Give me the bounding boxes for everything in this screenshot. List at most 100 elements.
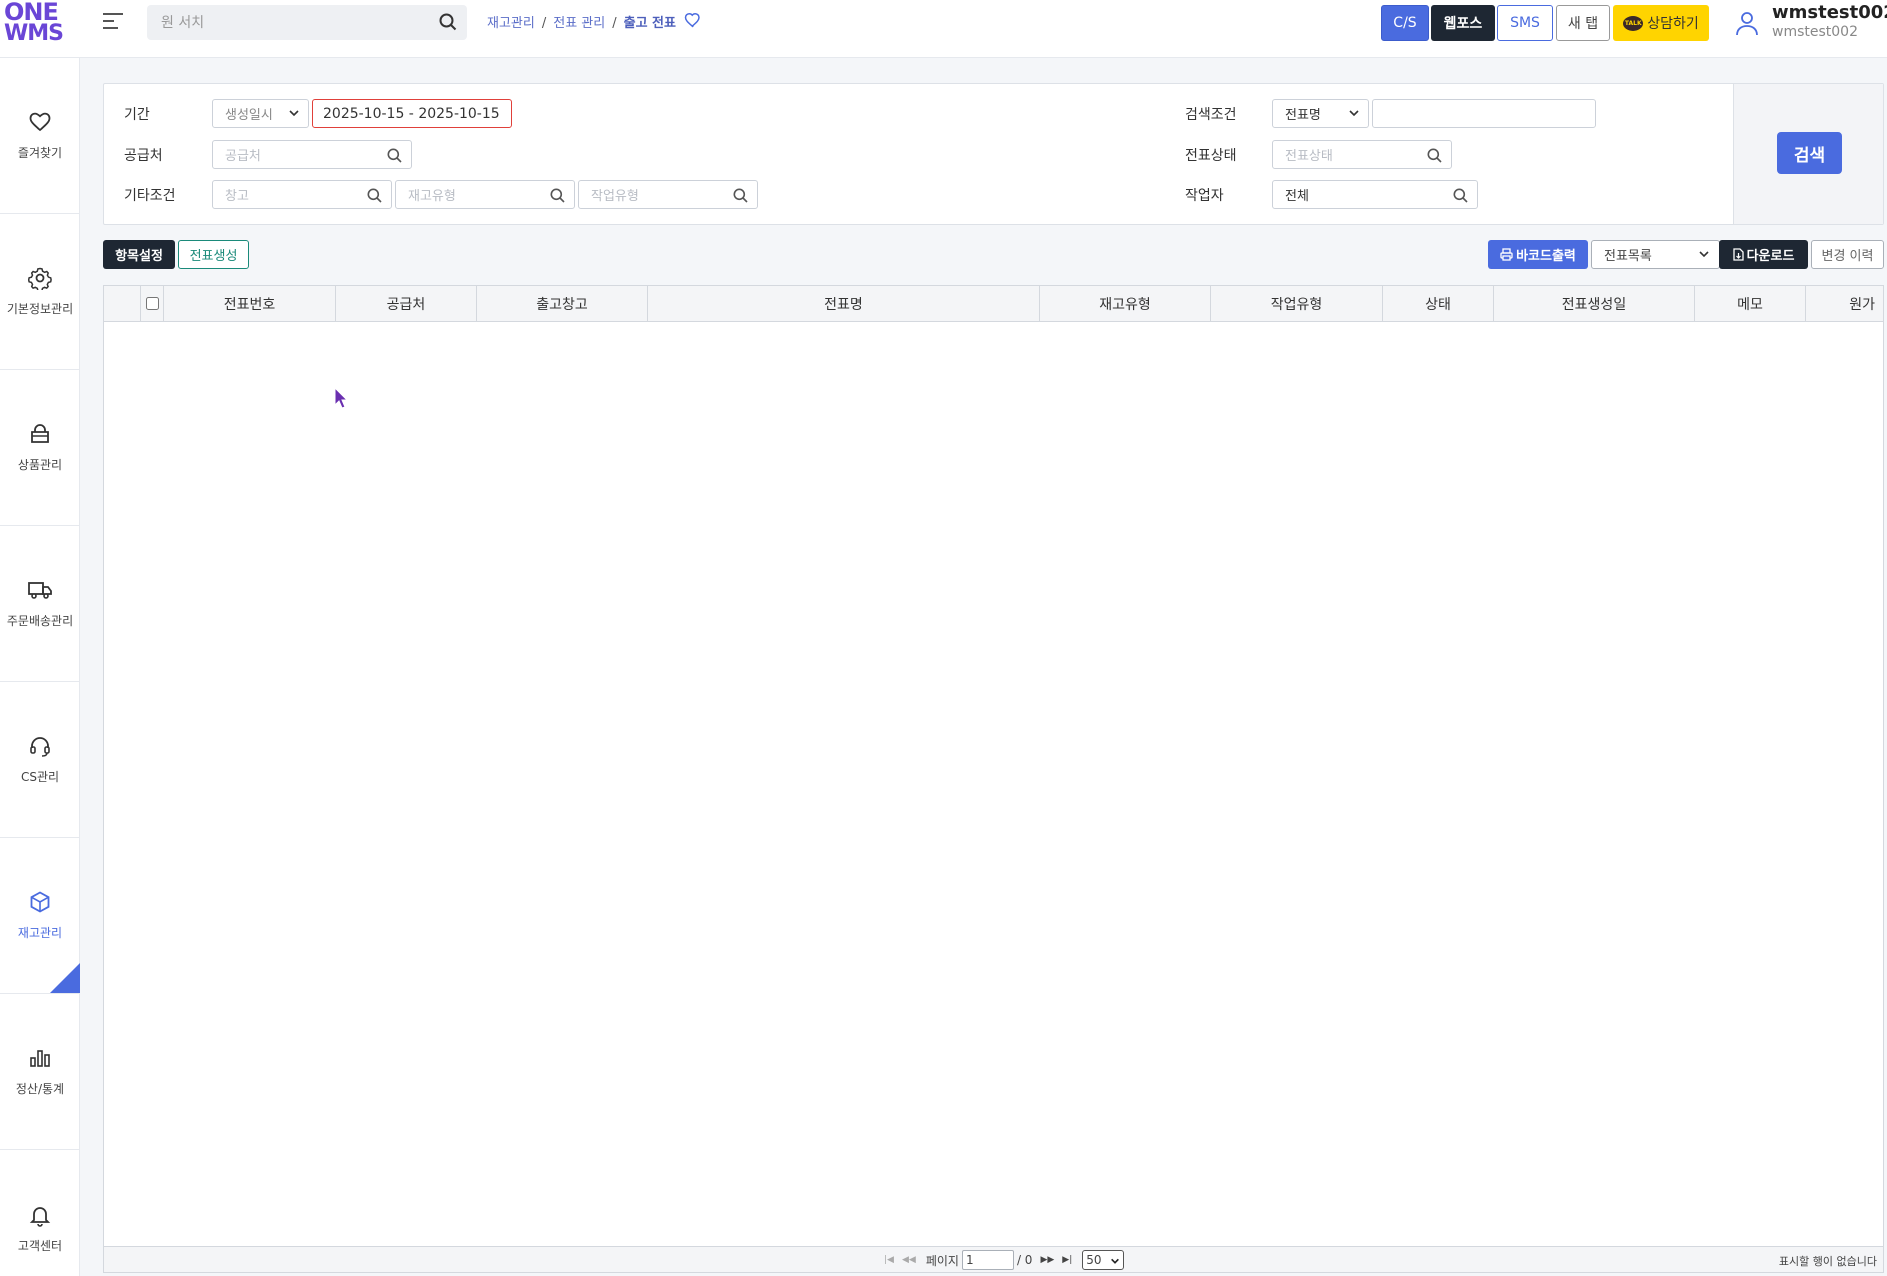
search-cond-select[interactable]: 전표명 xyxy=(1272,99,1369,128)
truck-icon xyxy=(27,578,53,606)
pagination: |◀ ◀◀ 페이지 1 / 0 ▶▶ ▶| 50 xyxy=(880,1250,1125,1270)
user-id: wmstest002 xyxy=(1772,24,1858,40)
column-header[interactable]: 작업유형 xyxy=(1211,286,1383,321)
date-range-input[interactable]: 2025-10-15 - 2025-10-15 xyxy=(312,99,512,128)
sidebar-item-stock[interactable]: 재고관리 xyxy=(0,838,80,994)
app-logo[interactable]: ONE WMS xyxy=(4,0,66,48)
box-icon xyxy=(28,890,52,918)
kakao-talk-icon: TALK xyxy=(1623,15,1644,31)
supplier-input[interactable]: 공급처 xyxy=(212,140,412,169)
column-header[interactable]: 메모 xyxy=(1695,286,1806,321)
search-icon[interactable] xyxy=(1453,188,1468,207)
consult-label: 상담하기 xyxy=(1647,16,1699,32)
chevron-down-icon xyxy=(1110,1255,1120,1269)
worker-input[interactable]: 전체 xyxy=(1272,180,1478,209)
filter-panel: 기간 생성일시 2025-10-15 - 2025-10-15 공급처 공급처 … xyxy=(103,83,1884,225)
last-page-icon[interactable]: ▶| xyxy=(1062,1255,1072,1265)
webpos-button[interactable]: 웹포스 xyxy=(1431,5,1495,41)
column-header[interactable]: 공급처 xyxy=(336,286,477,321)
stock-type-input[interactable]: 재고유형 xyxy=(395,180,575,209)
page-label: 페이지 xyxy=(925,1253,959,1268)
sidebar-item-label: 재고관리 xyxy=(17,926,63,940)
next-page-icon[interactable]: ▶▶ xyxy=(1040,1255,1054,1265)
sidebar-item-label: CS관리 xyxy=(20,770,60,784)
work-type-placeholder: 작업유형 xyxy=(591,189,639,204)
column-header[interactable]: 상태 xyxy=(1383,286,1494,321)
sidebar-item-label: 상품관리 xyxy=(17,458,63,472)
favorite-heart-icon[interactable] xyxy=(684,11,702,33)
page-size-select[interactable]: 50 xyxy=(1082,1250,1125,1270)
column-header[interactable]: 원가 xyxy=(1806,286,1883,321)
user-avatar-icon[interactable] xyxy=(1733,9,1761,41)
column-header[interactable]: 전표번호 xyxy=(164,286,336,321)
search-icon[interactable] xyxy=(367,188,382,207)
search-icon[interactable] xyxy=(439,13,457,35)
breadcrumb-item-stock[interactable]: 재고관리 xyxy=(487,16,535,31)
bell-icon xyxy=(28,1203,52,1231)
prev-page-icon[interactable]: ◀◀ xyxy=(902,1255,916,1265)
sidebar-item-cs[interactable]: CS관리 xyxy=(0,682,80,838)
slip-status-input[interactable]: 전표상태 xyxy=(1272,140,1452,169)
cs-button[interactable]: C/S xyxy=(1381,5,1429,41)
page-total: / 0 xyxy=(1016,1253,1033,1267)
sidebar-item-basic-info[interactable]: 기본정보관리 xyxy=(0,214,80,370)
user-name[interactable]: wmstest002 xyxy=(1772,2,1887,23)
period-type-value: 생성일시 xyxy=(225,108,273,123)
search-icon[interactable] xyxy=(1427,148,1442,167)
global-search-input[interactable] xyxy=(147,5,417,40)
breadcrumb-item-slip[interactable]: 전표 관리 xyxy=(553,16,605,31)
chevron-down-icon xyxy=(1698,248,1710,264)
column-header[interactable]: 전표생성일 xyxy=(1494,286,1695,321)
etc-label: 기타조건 xyxy=(124,188,176,204)
gear-icon xyxy=(27,266,52,294)
search-icon[interactable] xyxy=(387,148,402,167)
search-button[interactable]: 검색 xyxy=(1777,132,1842,174)
logo-line1: ONE xyxy=(4,0,59,26)
column-header[interactable]: 전표명 xyxy=(648,286,1040,321)
sms-button[interactable]: SMS xyxy=(1497,5,1553,41)
search-keyword-input[interactable] xyxy=(1372,99,1596,128)
search-button-panel: 검색 xyxy=(1733,84,1883,224)
sidebar-item-customer-center[interactable]: 고객센터 xyxy=(0,1150,80,1276)
search-cond-value: 전표명 xyxy=(1285,108,1321,123)
warehouse-input[interactable]: 창고 xyxy=(212,180,392,209)
menu-toggle-icon[interactable] xyxy=(103,13,123,31)
slip-list-select[interactable]: 전표목록 xyxy=(1591,240,1720,269)
change-history-button[interactable]: 변경 이력 xyxy=(1811,240,1884,269)
work-type-input[interactable]: 작업유형 xyxy=(578,180,758,209)
sidebar-item-settlement[interactable]: 정산/통계 xyxy=(0,994,80,1150)
search-icon[interactable] xyxy=(550,188,565,207)
create-slip-button[interactable]: 전표생성 xyxy=(178,240,249,269)
period-label: 기간 xyxy=(124,107,150,123)
breadcrumb-item-current: 출고 전표 xyxy=(623,16,676,31)
page-size-value: 50 xyxy=(1086,1253,1102,1267)
first-page-icon[interactable]: |◀ xyxy=(884,1255,894,1265)
sidebar-item-order-delivery[interactable]: 주문배송관리 xyxy=(0,526,80,682)
slip-grid: 전표번호 공급처 출고창고 전표명 재고유형 작업유형 상태 전표생성일 메모 … xyxy=(103,285,1884,1273)
chevron-down-icon xyxy=(288,107,300,123)
grid-footer: |◀ ◀◀ 페이지 1 / 0 ▶▶ ▶| 50 표시할 행이 없습니다 xyxy=(104,1246,1883,1272)
bar-chart-icon xyxy=(28,1046,52,1074)
period-type-select[interactable]: 생성일시 xyxy=(212,99,309,128)
top-header: ONE WMS 재고관리/전표 관리/출고 전표 C/S 웹포스 SMS 새 탭… xyxy=(0,0,1887,58)
sidebar-item-label: 정산/통계 xyxy=(15,1082,65,1096)
page-number-input[interactable]: 1 xyxy=(961,1250,1014,1270)
mouse-cursor-icon xyxy=(334,386,349,413)
select-all-checkbox[interactable] xyxy=(145,297,159,310)
column-settings-button[interactable]: 항목설정 xyxy=(103,240,175,269)
column-header[interactable]: 재고유형 xyxy=(1040,286,1211,321)
barcode-print-button[interactable]: 바코드출력 xyxy=(1488,240,1588,269)
empty-rows-message: 표시할 행이 없습니다 xyxy=(1778,1255,1877,1268)
column-header[interactable]: 출고창고 xyxy=(477,286,648,321)
consult-button[interactable]: TALK 상담하기 xyxy=(1613,5,1709,41)
sidebar-item-favorites[interactable]: 즐겨찾기 xyxy=(0,58,80,214)
search-cond-label: 검색조건 xyxy=(1185,107,1237,123)
sidebar-item-label: 고객센터 xyxy=(17,1238,63,1253)
search-icon[interactable] xyxy=(733,188,748,207)
printer-icon xyxy=(1500,248,1513,261)
new-tab-button[interactable]: 새 탭 xyxy=(1556,5,1610,41)
slip-status-placeholder: 전표상태 xyxy=(1285,149,1333,164)
sidebar-item-products[interactable]: 상품관리 xyxy=(0,370,80,526)
worker-label: 작업자 xyxy=(1185,188,1224,204)
download-button[interactable]: 다운로드 xyxy=(1719,240,1808,269)
